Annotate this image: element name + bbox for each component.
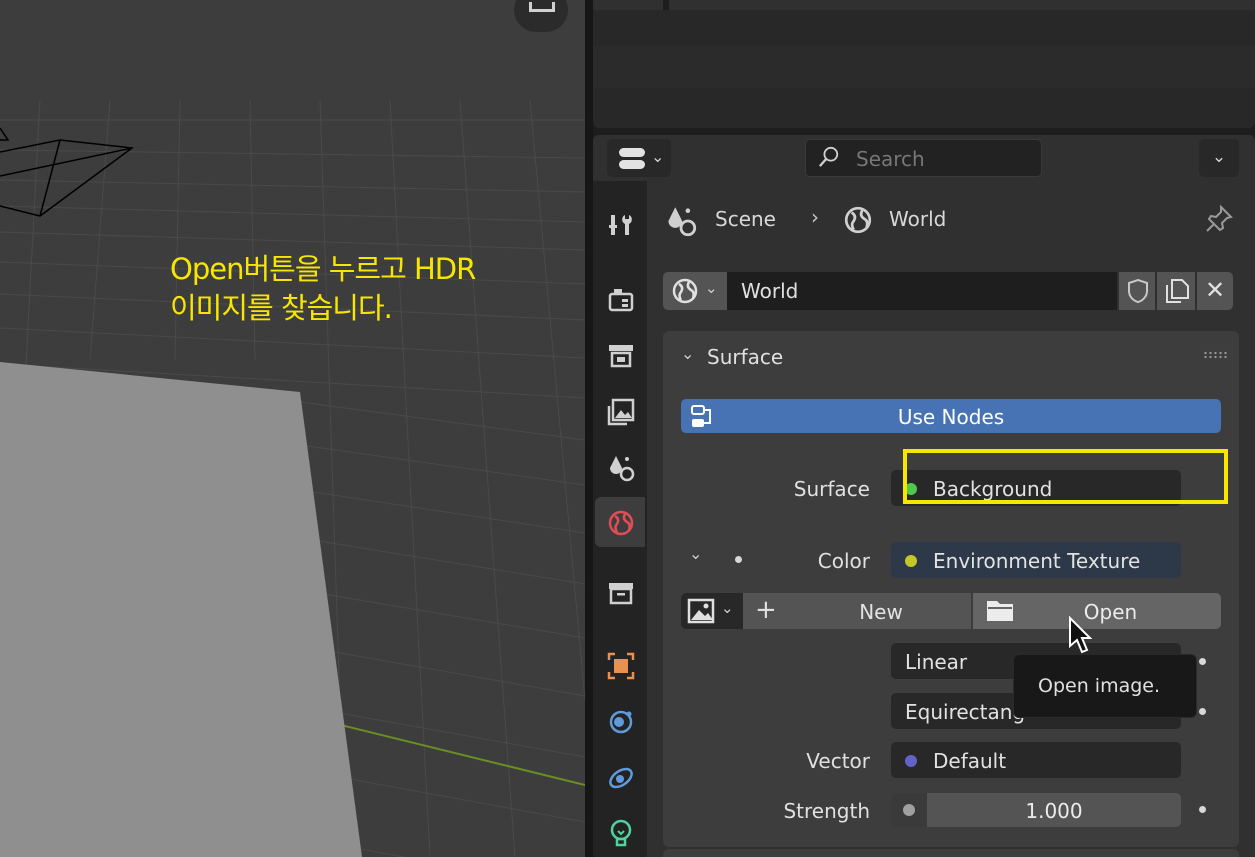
open-image-label: Open	[1083, 600, 1138, 624]
next-panel-edge	[663, 849, 1239, 857]
chevron-down-icon: ⌄	[681, 344, 695, 363]
vector-input-field[interactable]: Default	[891, 742, 1181, 778]
tooltip: Open image.	[1013, 654, 1197, 718]
interpolation-value: Linear	[905, 650, 968, 674]
image-icon	[687, 598, 715, 624]
render-icon	[608, 289, 634, 312]
editor-type-button[interactable]: ⌄	[607, 139, 671, 177]
duplicate-icon	[1166, 279, 1189, 303]
panel-title: Surface	[707, 345, 784, 369]
strength-label: Strength	[783, 799, 870, 823]
socket-dot-icon	[1199, 806, 1206, 813]
color-input-value: Environment Texture	[933, 549, 1141, 573]
fake-user-button[interactable]	[1119, 272, 1155, 310]
tab-tool[interactable]	[595, 199, 645, 249]
world-datablock-selector: ⌄ World ✕	[663, 272, 1233, 310]
annotation-line-2: 이미지를 찾습니다.	[170, 291, 393, 325]
annotation-line-1: Open버튼을 누르고 HDR	[170, 252, 476, 286]
projection-value: Equirectang	[905, 700, 1026, 724]
scene-icon	[610, 456, 635, 482]
use-nodes-button[interactable]: Use Nodes	[681, 399, 1221, 433]
tab-light-data[interactable]	[595, 807, 645, 857]
collection-icon	[609, 583, 633, 605]
open-image-button[interactable]: Open	[973, 593, 1221, 629]
properties-editor-icon	[619, 148, 649, 170]
properties-header: ⌄ ⌄	[593, 135, 1255, 181]
image-browse-button[interactable]: ⌄	[681, 593, 743, 629]
search-input[interactable]	[856, 147, 1036, 171]
use-nodes-label: Use Nodes	[897, 405, 1005, 429]
outliner-row	[593, 0, 1255, 10]
chevron-down-icon: ⌄	[721, 599, 734, 617]
search-field[interactable]	[805, 139, 1042, 177]
tooltip-text: Open image.	[1038, 675, 1161, 697]
outliner-editor[interactable]	[593, 0, 1255, 128]
viewport-grid	[0, 99, 585, 857]
tutorial-highlight-box	[903, 449, 1228, 504]
tab-scene[interactable]	[595, 442, 645, 492]
breadcrumb-scene: Scene	[715, 207, 776, 231]
outliner-row	[593, 46, 1255, 88]
output-icon	[609, 345, 633, 368]
tab-view-layer[interactable]	[595, 386, 645, 436]
surface-label: Surface	[793, 477, 870, 501]
color-input-field[interactable]: Environment Texture	[891, 542, 1181, 578]
surface-panel-header[interactable]: ⌄ Surface	[663, 331, 1239, 381]
strength-number-field[interactable]: 1.000	[891, 793, 1181, 827]
new-image-button[interactable]: + New	[743, 593, 971, 629]
tab-render[interactable]	[595, 274, 645, 324]
chevron-down-icon: ⌄	[651, 147, 665, 166]
shield-icon	[1128, 278, 1148, 304]
surface-panel: ⌄ Surface Use Nodes Surface Background ⌄…	[663, 331, 1239, 847]
vector-socket-icon	[905, 755, 917, 767]
scene-icon	[668, 207, 697, 237]
tab-modifier[interactable]	[595, 696, 645, 746]
vector-input-value: Default	[933, 749, 1007, 773]
chevron-down-icon: ⌄	[705, 279, 718, 297]
tab-output[interactable]	[595, 330, 645, 380]
modifier-icon	[609, 710, 633, 734]
tool-icon	[609, 215, 632, 235]
unlink-world-button[interactable]: ✕	[1197, 272, 1233, 310]
search-icon	[818, 146, 839, 167]
pin-icon[interactable]	[1203, 203, 1235, 235]
socket-dot-icon	[1199, 708, 1206, 715]
drag-handle-icon[interactable]	[1203, 351, 1227, 359]
tab-world[interactable]	[595, 497, 645, 547]
duplicate-world-button[interactable]	[1157, 272, 1195, 310]
tab-physics[interactable]	[595, 752, 645, 802]
options-dropdown-button[interactable]: ⌄	[1199, 139, 1239, 177]
world-icon	[844, 206, 872, 234]
3d-viewport[interactable]: Open버튼을 누르고 HDR 이미지를 찾습니다.	[0, 0, 585, 857]
breadcrumb-world: World	[889, 207, 947, 231]
object-data-light-icon	[610, 819, 632, 847]
strength-value: 1.000	[1025, 799, 1083, 823]
vector-label: Vector	[806, 749, 870, 773]
tab-collection[interactable]	[595, 567, 645, 617]
view-layer-icon	[607, 398, 635, 426]
chevron-down-icon[interactable]: ⌄	[689, 544, 702, 563]
color-label: Color	[817, 549, 870, 573]
image-datablock-row: ⌄ + New Open	[681, 593, 1221, 629]
tutorial-annotation: Open버튼을 누르고 HDR 이미지를 찾습니다.	[170, 250, 570, 328]
color-socket-icon	[905, 555, 917, 567]
tab-object[interactable]	[595, 640, 645, 690]
breadcrumb-separator: ›	[811, 205, 819, 229]
world-name-field[interactable]: World	[727, 272, 1117, 310]
mouse-cursor-icon	[1069, 616, 1092, 654]
breadcrumb: Scene › World	[665, 201, 1245, 241]
keyframe-decorator-icon[interactable]	[891, 793, 927, 827]
socket-dot-icon	[1199, 658, 1206, 665]
area-splitter[interactable]	[585, 0, 593, 857]
object-icon	[607, 652, 635, 680]
world-icon	[608, 510, 634, 536]
world-browse-button[interactable]: ⌄	[663, 272, 727, 310]
world-name-value: World	[741, 279, 799, 303]
outliner-divider	[663, 0, 669, 10]
world-icon	[672, 278, 698, 304]
physics-icon	[609, 767, 633, 789]
properties-tab-bar	[593, 181, 647, 857]
